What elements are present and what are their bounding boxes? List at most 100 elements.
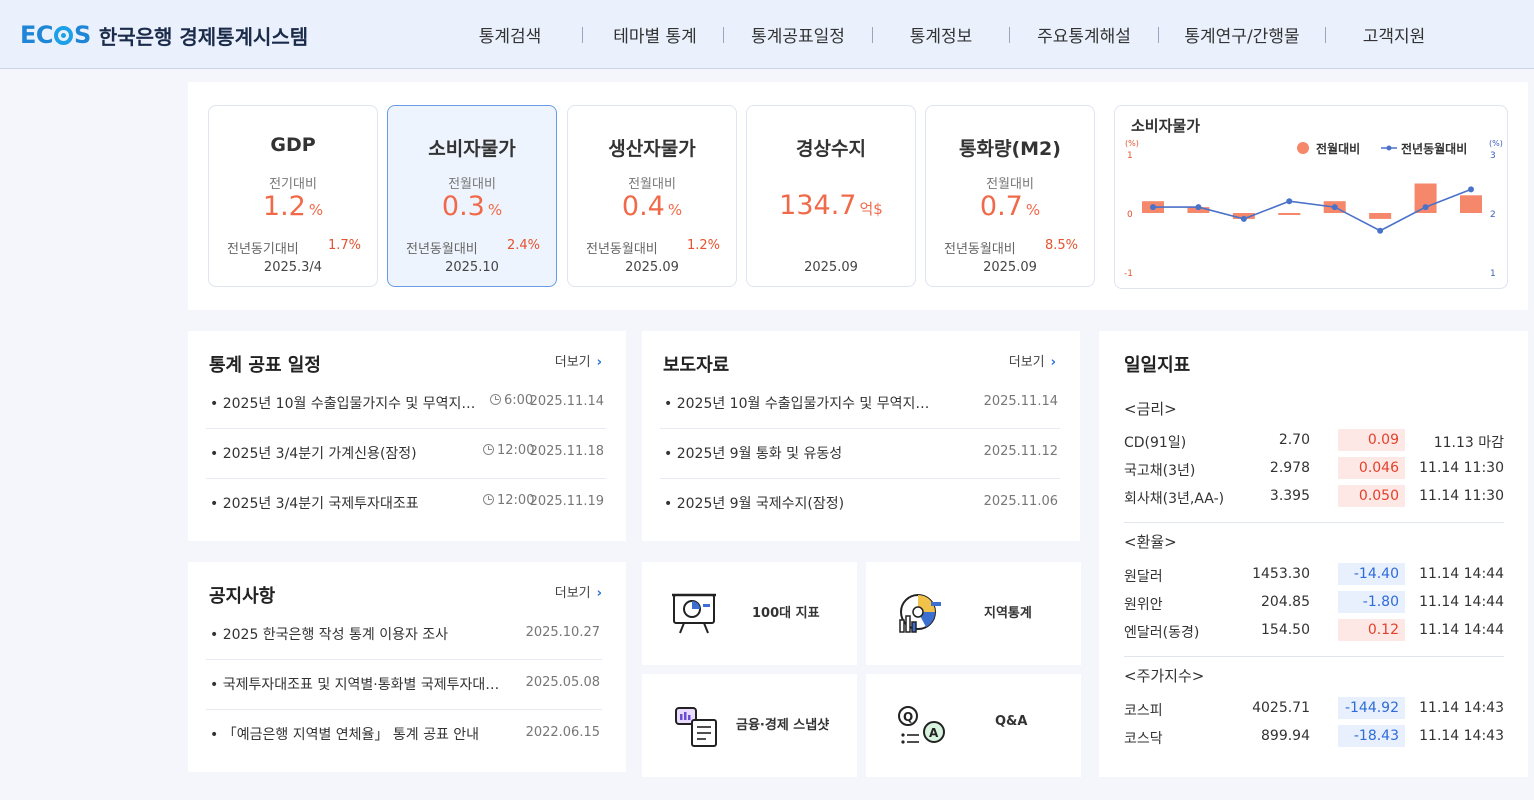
indicator-card-m2[interactable]: 통화량(M2) 전월대비 0.7% 전년동월대비 8.5% 2025.09 (925, 105, 1095, 287)
notice-more-link[interactable]: 더보기 › (555, 582, 602, 601)
svg-text:Q: Q (903, 710, 913, 724)
daily-row[interactable]: 엔달러(동경) 154.50 0.12 11.14 14:44 (1124, 619, 1506, 643)
press-more-link[interactable]: 더보기 › (1009, 351, 1056, 370)
daily-row[interactable]: 원달러 1453.30 -14.40 11.14 14:44 (1124, 563, 1506, 587)
right-axis-unit: (%) (1489, 139, 1503, 148)
notice-row[interactable]: • 2025 한국은행 작성 통계 이용자 조사 2025.10.27 (206, 610, 602, 660)
svg-text:A: A (929, 726, 939, 740)
indicator-title: 통화량(M2) (959, 138, 1061, 160)
nav-item-support[interactable]: 고객지원 (1334, 22, 1454, 47)
daily-row[interactable]: CD(91일) 2.70 0.09 11.13 마감 (1124, 429, 1506, 453)
cpi-mini-chart[interactable]: 소비자물가 (%) (%) 1 0 -1 3 2 1 전월대비 전년동월대비 (1114, 105, 1508, 289)
nav-divider (1009, 26, 1010, 43)
daily-row[interactable]: 국고채(3년) 2.978 0.046 11.14 11:30 (1124, 457, 1506, 481)
site-logo[interactable]: EC S 한국은행 경제통계시스템 (20, 20, 308, 50)
chevron-right-icon: › (1050, 355, 1056, 370)
section-stock-indices: <주가지수> (1124, 667, 1205, 685)
top-header: EC S 한국은행 경제통계시스템 통계검색 테마별 통계 통계공표일정 통계정보… (0, 0, 1534, 69)
nav-item-commentary[interactable]: 주요통계해설 (1018, 22, 1150, 47)
schedule-panel: 통계 공표 일정 더보기 › • 2025년 10월 수출입물가지수 및 무역지…… (188, 331, 626, 541)
indicator-card-current-account[interactable]: 경상수지 134.7 억$ 2025.09 (746, 105, 916, 287)
regional-stats-icon (899, 594, 941, 633)
tile-top100-indicators[interactable]: 100대 지표 (642, 562, 857, 665)
schedule-time: 6:00 (490, 393, 533, 408)
clock-icon (490, 394, 501, 405)
press-row[interactable]: • 2025년 10월 수출입물가지수 및 무역지… 2025.11.14 (660, 379, 1060, 429)
indicator-card-gdp[interactable]: GDP 전기대비 1.2% 전년동기대비 1.7% 2025.3/4 (208, 105, 378, 287)
indicator-value: 0.7% (979, 191, 1041, 222)
nav-item-info[interactable]: 통계정보 (881, 22, 1001, 47)
nav-divider (1158, 26, 1159, 43)
schedule-row[interactable]: • 2025년 3/4분기 국제투자대조표 12:00 2025.11.19 (206, 479, 606, 529)
indicator-card-cpi[interactable]: 소비자물가 전월대비 0.3% 전년동월대비 2.4% 2025.10 (387, 105, 557, 287)
indicator-title: 소비자물가 (428, 138, 516, 160)
bar-mark (1369, 213, 1392, 219)
indicator-yoy: 전년동월대비 2.4% (406, 238, 540, 257)
nav-item-theme[interactable]: 테마별 통계 (595, 22, 715, 47)
nav-item-research[interactable]: 통계연구/간행물 (1167, 22, 1317, 47)
nav-item-search[interactable]: 통계검색 (450, 22, 570, 47)
change-badge: -18.43 (1338, 725, 1405, 747)
schedule-row[interactable]: • 2025년 10월 수출입물가지수 및 무역지… 6:00 2025.11.… (206, 379, 606, 429)
schedule-date: 2025.11.18 (529, 444, 604, 459)
chevron-right-icon: › (596, 355, 602, 370)
line-point (1150, 204, 1156, 211)
nav-divider (872, 26, 873, 43)
indicator-period: 2025.10 (445, 260, 499, 275)
notice-date: 2022.06.15 (525, 725, 600, 740)
change-badge: 0.050 (1338, 485, 1405, 507)
indicator-value: 0.3% (441, 191, 503, 222)
key-indicators-panel: GDP 전기대비 1.2% 전년동기대비 1.7% 2025.3/4 소비자물가 … (188, 82, 1528, 310)
schedule-row[interactable]: • 2025년 3/4분기 가계신용(잠정) 12:00 2025.11.18 (206, 429, 606, 479)
panel-title: 공지사항 (209, 586, 276, 607)
line-point (1377, 227, 1384, 234)
press-row[interactable]: • 2025년 9월 국제수지(잠정) 2025.11.06 (660, 479, 1060, 529)
chevron-right-icon: › (596, 586, 602, 601)
daily-row[interactable]: 원위안 204.85 -1.80 11.14 14:44 (1124, 591, 1506, 615)
section-exchange-rates: <환율> (1124, 533, 1177, 551)
legend-label: 전년동월대비 (1401, 141, 1467, 156)
indicator-period: 2025.09 (983, 260, 1037, 275)
change-badge: 0.046 (1338, 457, 1405, 479)
line-point (1422, 204, 1429, 211)
daily-row[interactable]: 회사채(3년,AA-) 3.395 0.050 11.14 11:30 (1124, 485, 1506, 509)
notice-row[interactable]: • 국제투자대조표 및 지역별·통화별 국제투자대조… 2025.05.08 (206, 660, 602, 710)
change-badge: 0.12 (1338, 619, 1405, 641)
section-interest-rates: <금리> (1124, 400, 1177, 418)
clock-icon (483, 444, 494, 455)
legend-bar-swatch (1297, 142, 1309, 154)
daily-row[interactable]: 코스닥 899.94 -18.43 11.14 14:43 (1124, 725, 1506, 749)
line-point (1331, 204, 1338, 211)
nav-item-schedule[interactable]: 통계공표일정 (732, 22, 864, 47)
press-row[interactable]: • 2025년 9월 통화 및 유동성 2025.11.12 (660, 429, 1060, 479)
tile-snapshot[interactable]: 금융·경제 스냅샷 (642, 674, 857, 777)
tile-label: Q&A (995, 714, 1028, 729)
indicator-value: 1.2% (262, 191, 324, 222)
schedule-more-link[interactable]: 더보기 › (555, 351, 602, 370)
press-date: 2025.11.06 (983, 494, 1058, 509)
indicator-sublabel: 전월대비 (448, 177, 496, 192)
tile-qa[interactable]: Q A Q&A (866, 674, 1081, 777)
tile-regional-stats[interactable]: 지역통계 (866, 562, 1081, 665)
right-tick-label: 3 (1490, 151, 1496, 161)
line-point (1195, 204, 1202, 211)
nav-divider (582, 26, 583, 43)
qa-icon: Q A (898, 706, 945, 744)
line-point (1286, 198, 1293, 205)
change-badge: -1.80 (1338, 591, 1405, 613)
schedule-time: 12:00 (483, 493, 534, 508)
indicator-card-ppi[interactable]: 생산자물가 전월대비 0.4% 전년동월대비 1.2% 2025.09 (567, 105, 737, 287)
clock-icon (483, 494, 494, 505)
indicator-period: 2025.09 (625, 260, 679, 275)
section-divider (1124, 522, 1504, 523)
press-date: 2025.11.14 (983, 394, 1058, 409)
daily-row[interactable]: 코스피 4025.71 -144.92 11.14 14:43 (1124, 697, 1506, 721)
presentation-chart-icon (672, 593, 716, 634)
notice-row[interactable]: • 「예금은행 지역별 연체율」 통계 공표 안내 2022.06.15 (206, 710, 602, 760)
indicator-value: 134.7 억$ (779, 190, 883, 221)
notice-panel: 공지사항 더보기 › • 2025 한국은행 작성 통계 이용자 조사 2025.… (188, 562, 626, 772)
cpi-chart-svg: (%) (%) 1 0 -1 3 2 1 전월대비 전년동월대비 (1124, 139, 1503, 279)
schedule-date: 2025.11.19 (529, 494, 604, 509)
nav-divider (723, 26, 724, 43)
left-tick-label: -1 (1124, 269, 1133, 279)
